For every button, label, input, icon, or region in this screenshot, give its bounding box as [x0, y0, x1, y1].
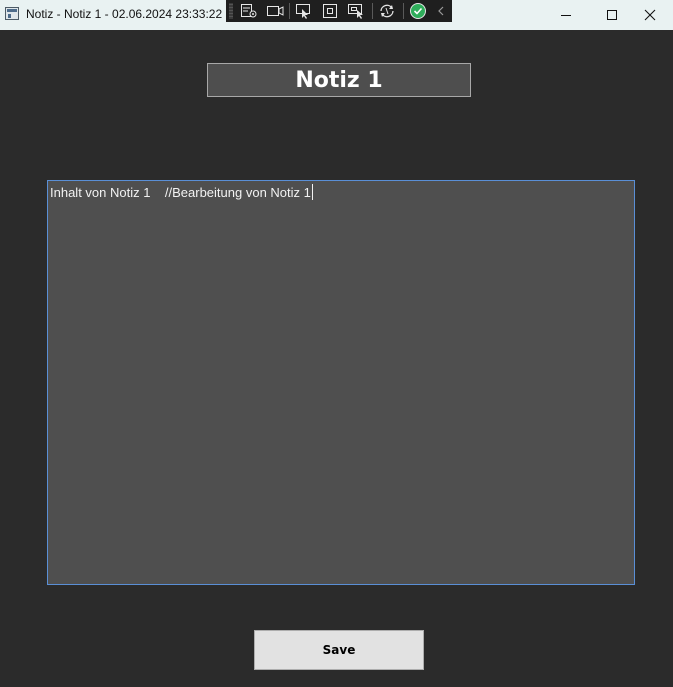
window-title: Notiz - Notiz 1 - 02.06.2024 23:33:22	[26, 7, 223, 21]
minimize-button[interactable]	[543, 0, 589, 30]
track-focused-element-icon[interactable]	[346, 2, 366, 20]
select-element-icon[interactable]	[294, 2, 314, 20]
note-content-text: Inhalt von Notiz 1 //Bearbeitung von Not…	[50, 185, 311, 200]
toolbar-grip-icon[interactable]	[229, 3, 233, 19]
toolbar-separator	[289, 3, 290, 19]
display-layout-adorners-icon[interactable]	[320, 2, 340, 20]
live-visual-tree-icon[interactable]	[239, 2, 259, 20]
save-button[interactable]: Save	[254, 630, 424, 670]
text-caret	[311, 184, 313, 200]
note-content-textbox[interactable]: Inhalt von Notiz 1 //Bearbeitung von Not…	[47, 180, 635, 585]
window-app-icon[interactable]	[5, 7, 19, 20]
note-title[interactable]: Notiz 1	[207, 63, 471, 97]
collapse-toolbar-icon[interactable]	[432, 2, 452, 20]
close-icon	[644, 9, 656, 21]
video-camera-icon[interactable]	[265, 2, 285, 20]
hot-reload-icon[interactable]	[377, 2, 397, 20]
toolbar-separator	[372, 3, 373, 19]
close-button[interactable]	[627, 0, 673, 30]
maximize-icon	[607, 10, 617, 20]
binding-failures-ok-icon[interactable]	[408, 2, 428, 20]
debug-toolbar	[226, 0, 452, 22]
window-titlebar[interactable]: Notiz - Notiz 1 - 02.06.2024 23:33:22	[0, 0, 673, 30]
toolbar-separator	[403, 3, 404, 19]
minimize-icon	[561, 15, 571, 16]
